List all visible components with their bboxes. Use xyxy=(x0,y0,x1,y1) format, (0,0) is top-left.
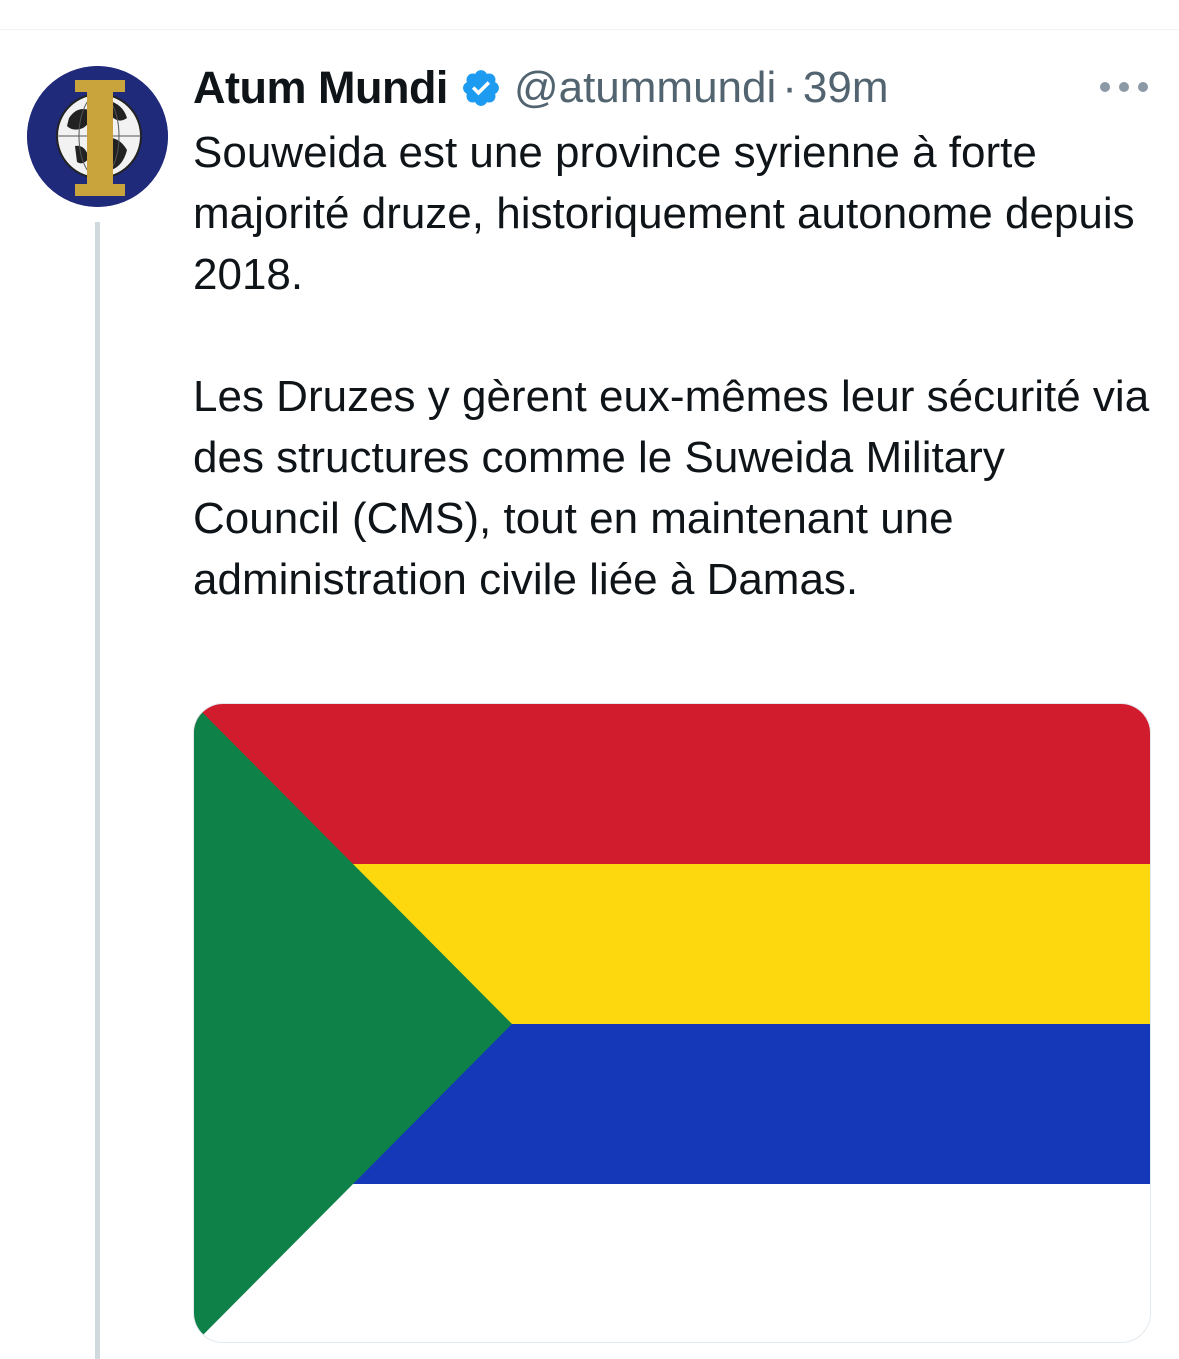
user-handle[interactable]: @atummundi xyxy=(514,63,776,113)
more-dot xyxy=(1119,82,1129,92)
tweet-body: Souweida est une province syrienne à for… xyxy=(193,122,1153,610)
more-dot xyxy=(1138,82,1148,92)
more-dot xyxy=(1100,82,1110,92)
tweet-media-image[interactable] xyxy=(193,703,1151,1343)
top-divider xyxy=(0,29,1179,30)
more-options-icon[interactable] xyxy=(1100,74,1148,100)
tweet-paragraph: Les Druzes y gèrent eux-mêmes leur sécur… xyxy=(193,372,1150,604)
profile-avatar[interactable] xyxy=(27,66,168,207)
verified-badge-icon[interactable] xyxy=(460,67,502,109)
avatar-logo-icon xyxy=(27,66,168,207)
tweet-paragraph: Souweida est une province syrienne à for… xyxy=(193,128,1135,299)
thread-connector-line xyxy=(95,222,100,1359)
druze-flag-image xyxy=(194,704,1150,1342)
display-name[interactable]: Atum Mundi xyxy=(193,62,448,114)
timestamp[interactable]: 39m xyxy=(803,63,889,113)
separator-dot: · xyxy=(782,63,797,112)
tweet-header: Atum Mundi @atummundi · 39m xyxy=(193,58,889,118)
